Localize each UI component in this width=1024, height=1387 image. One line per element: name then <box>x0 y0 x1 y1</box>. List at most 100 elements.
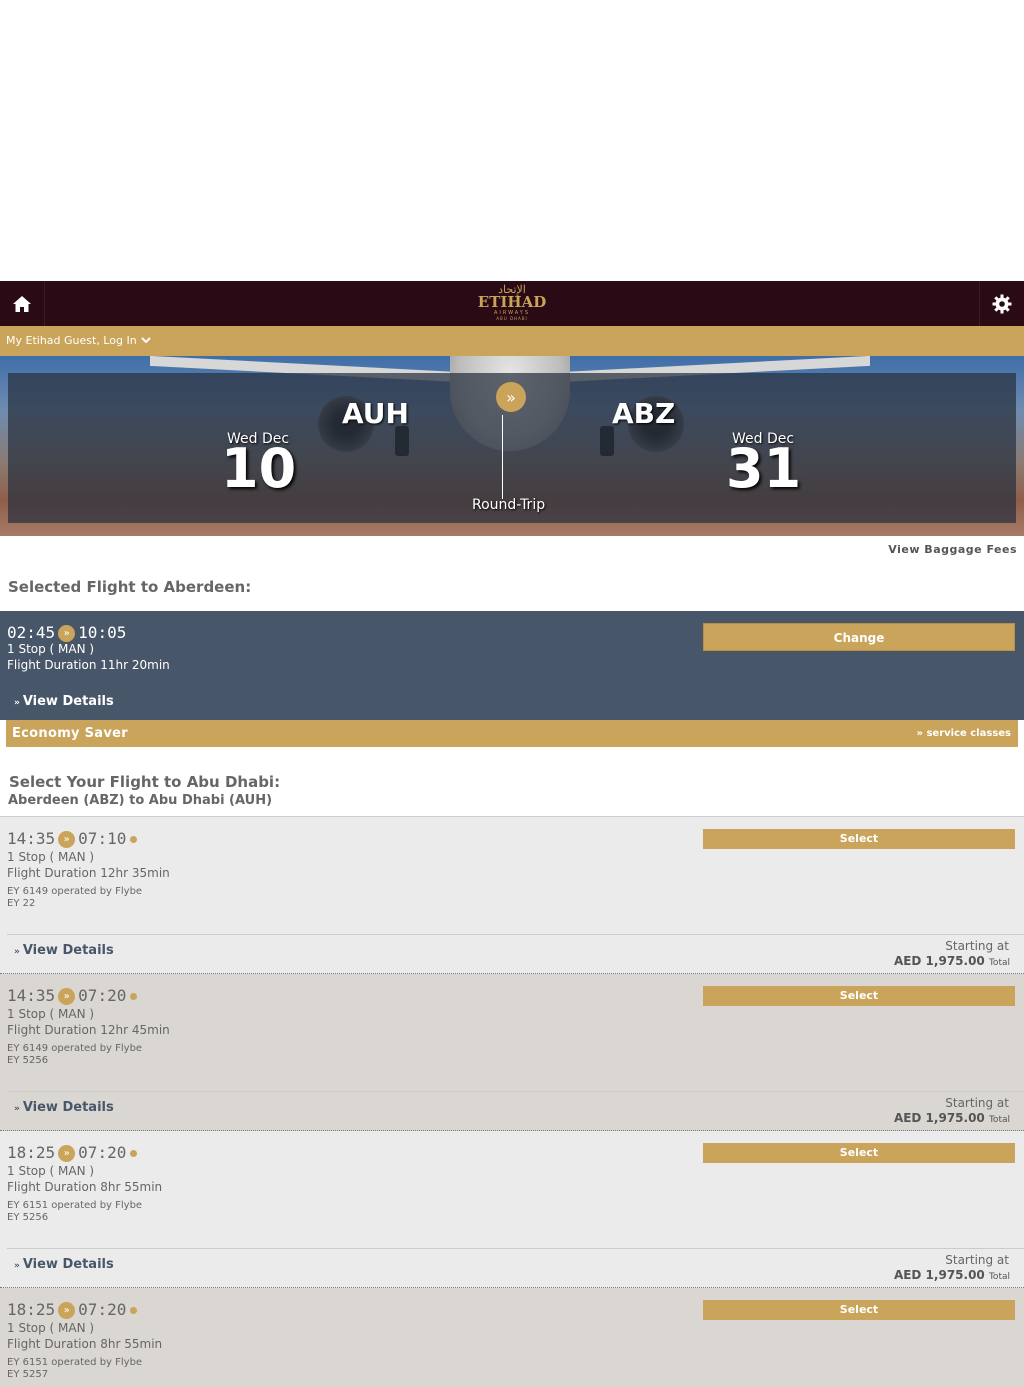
duration-info: Flight Duration 12hr 45min <box>7 1023 170 1037</box>
total-label: Total <box>988 958 1010 968</box>
select-flight-header: Select Your Flight to Abu Dhabi: Aberdee… <box>0 747 1024 817</box>
change-button[interactable]: Change <box>703 623 1015 651</box>
total-label: Total <box>988 1115 1010 1125</box>
divider <box>7 1091 1024 1092</box>
selected-flight-card: 02:45» 10:05 1 Stop ( MAN ) Flight Durati… <box>0 611 1024 720</box>
next-day-dot-icon <box>130 836 138 843</box>
trip-summary: AUH ABZ Wed Dec Wed Dec 10 31 » Round-Tr… <box>8 373 1016 523</box>
view-baggage-fees-link[interactable]: View Baggage Fees <box>0 536 1024 558</box>
view-details-link[interactable]: » View Details <box>14 943 114 958</box>
view-details-label: View Details <box>22 943 114 958</box>
arrive-time: 07:20 <box>78 1143 127 1162</box>
fare-price: AED 1,975.00 Total <box>894 1111 1010 1125</box>
duration-info: Flight Duration 12hr 35min <box>7 866 170 880</box>
depart-time: 14:35 <box>7 986 56 1005</box>
select-button[interactable]: Select <box>703 986 1015 1006</box>
view-details-label: View Details <box>22 1257 114 1272</box>
service-classes-label: service classes <box>926 728 1011 739</box>
stops-info: 1 Stop ( MAN ) <box>7 642 95 656</box>
flight-number: EY 5256 <box>7 1212 49 1223</box>
operator-info: EY 6149 operated by Flybe <box>7 886 143 897</box>
direction-arrow-icon: » <box>496 382 526 412</box>
next-day-dot-icon <box>130 1307 138 1314</box>
fare-price: AED 1,975.00 Total <box>894 1268 1010 1282</box>
operator-info: EY 6149 operated by Flybe <box>7 1043 143 1054</box>
divider <box>7 934 1024 935</box>
settings-button[interactable] <box>979 281 1024 326</box>
gear-icon <box>992 294 1012 313</box>
flight-option: 14:35» 07:20 1 Stop ( MAN ) Flight Durati… <box>0 974 1024 1131</box>
select-button[interactable]: Select <box>703 829 1015 849</box>
route-label: Aberdeen (ABZ) to Abu Dhabi (AUH) <box>8 793 273 808</box>
divider <box>7 1248 1024 1249</box>
flight-option: 18:25» 07:20 1 Stop ( MAN ) Flight Durati… <box>0 1131 1024 1288</box>
stops-info: 1 Stop ( MAN ) <box>7 1164 95 1178</box>
duration-info: Flight Duration 8hr 55min <box>7 1180 163 1194</box>
starting-at-label: Starting at <box>945 1253 1009 1267</box>
flight-option: 18:25» 07:20 1 Stop ( MAN ) Flight Durati… <box>0 1288 1024 1387</box>
fare-class-label: Economy Saver <box>12 726 128 741</box>
view-details-link[interactable]: » View Details <box>14 694 114 709</box>
flight-option: 14:35» 07:10 1 Stop ( MAN ) Flight Durati… <box>0 817 1024 974</box>
duration-info: Flight Duration 11hr 20min <box>7 658 170 672</box>
arrow-icon: » <box>58 988 76 1005</box>
next-day-dot-icon <box>130 1150 138 1157</box>
view-details-link[interactable]: » View Details <box>14 1100 114 1115</box>
destination-code: ABZ <box>612 397 676 430</box>
arrive-time: 07:10 <box>78 829 127 848</box>
flight-times: 18:25» 07:20 <box>7 1143 138 1162</box>
arrow-icon: » <box>58 1302 76 1319</box>
arrow-icon: » <box>58 1145 76 1162</box>
chevron-down-icon <box>140 334 151 347</box>
arrow-icon: » <box>58 625 76 642</box>
select-flight-title: Select Your Flight to Abu Dhabi: <box>9 773 281 791</box>
view-details-link[interactable]: » View Details <box>14 1257 114 1272</box>
arrow-icon: » <box>58 831 76 848</box>
flight-number: EY 5257 <box>7 1369 49 1380</box>
trip-type: Round-Trip <box>472 497 546 513</box>
top-navbar: الإتحاد ETIHAD AIRWAYS ABU DHABI <box>0 281 1024 326</box>
flight-number: EY 22 <box>7 898 36 909</box>
depart-time: 14:35 <box>7 829 56 848</box>
operator-info: EY 6151 operated by Flybe <box>7 1357 143 1368</box>
duration-info: Flight Duration 8hr 55min <box>7 1337 163 1351</box>
price-amount: AED 1,975.00 <box>893 1111 985 1125</box>
price-amount: AED 1,975.00 <box>893 954 985 968</box>
price-amount: AED 1,975.00 <box>893 1268 985 1282</box>
double-chevron-icon: » <box>14 947 20 957</box>
selected-flight-times: 02:45» 10:05 <box>7 623 126 642</box>
double-chevron-icon: » <box>916 728 927 739</box>
next-day-dot-icon <box>130 993 138 1000</box>
guest-login-bar[interactable]: My Etihad Guest, Log In <box>0 326 1024 356</box>
selected-flight-title: Selected Flight to Aberdeen: <box>8 578 252 596</box>
view-details-label: View Details <box>22 694 114 709</box>
view-details-label: View Details <box>22 1100 114 1115</box>
flight-list: 14:35» 07:10 1 Stop ( MAN ) Flight Durati… <box>0 817 1024 1387</box>
fare-price: AED 1,975.00 Total <box>894 954 1010 968</box>
fare-class-bar: Economy Saver » service classes <box>6 720 1018 747</box>
flight-times: 14:35» 07:20 <box>7 986 138 1005</box>
select-button[interactable]: Select <box>703 1143 1015 1163</box>
double-chevron-icon: » <box>14 1261 20 1271</box>
starting-at-label: Starting at <box>945 939 1009 953</box>
guest-login-label: My Etihad Guest, Log In <box>6 334 137 347</box>
select-button[interactable]: Select <box>703 1300 1015 1320</box>
arrive-time: 10:05 <box>78 623 127 642</box>
blank-area <box>0 0 1024 281</box>
home-button[interactable] <box>0 281 45 326</box>
service-classes-link[interactable]: » service classes <box>917 728 1012 739</box>
home-icon <box>13 295 31 312</box>
flight-times: 14:35» 07:10 <box>7 829 138 848</box>
depart-time: 02:45 <box>7 623 56 642</box>
starting-at-label: Starting at <box>945 1096 1009 1110</box>
operator-info: EY 6151 operated by Flybe <box>7 1200 143 1211</box>
depart-time: 18:25 <box>7 1143 56 1162</box>
direction-line <box>502 415 503 499</box>
destination-day: 31 <box>726 437 802 500</box>
origin-code: AUH <box>342 397 409 430</box>
stops-info: 1 Stop ( MAN ) <box>7 1007 95 1021</box>
origin-day: 10 <box>221 437 297 500</box>
total-label: Total <box>988 1272 1010 1282</box>
arrive-time: 07:20 <box>78 1300 127 1319</box>
etihad-logo[interactable]: الإتحاد ETIHAD AIRWAYS ABU DHABI <box>472 284 552 324</box>
